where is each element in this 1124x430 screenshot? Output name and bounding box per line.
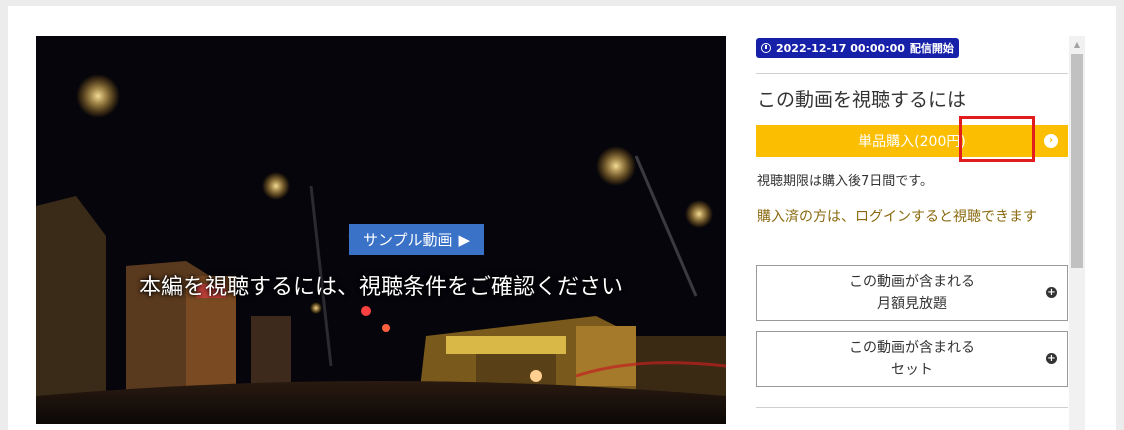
set-option-button[interactable]: この動画が含まれる セット + bbox=[756, 331, 1068, 387]
scroll-up-icon[interactable]: ▲ bbox=[1069, 36, 1085, 52]
single-purchase-label: 単品購入(200円) bbox=[858, 134, 966, 150]
release-date-suffix: 配信開始 bbox=[909, 42, 954, 55]
set-option-line2: セット bbox=[891, 362, 933, 378]
release-date: 2022-12-17 00:00:00 bbox=[776, 41, 905, 55]
viewing-period-note: 視聴期限は購入後7日間です。 bbox=[757, 174, 933, 189]
plus-circle-icon: + bbox=[1046, 352, 1057, 364]
single-purchase-button[interactable]: 単品購入(200円) › bbox=[756, 125, 1068, 157]
clock-icon bbox=[761, 43, 771, 53]
subscription-option-line1: この動画が含まれる bbox=[849, 274, 975, 290]
sample-video-label: サンプル動画 bbox=[362, 231, 453, 249]
subscription-option-button[interactable]: この動画が含まれる 月額見放題 + bbox=[756, 265, 1068, 321]
divider-top bbox=[756, 73, 1068, 74]
scrollbar-thumb[interactable] bbox=[1071, 54, 1083, 268]
sidebar-scrollbar[interactable]: ▲ bbox=[1069, 36, 1085, 430]
video-caption: 本編を視聴するには、視聴条件をご確認ください bbox=[138, 275, 623, 300]
video-player[interactable]: サンプル動画 ▶ 本編を視聴するには、視聴条件をご確認ください bbox=[36, 36, 726, 424]
divider-bottom bbox=[756, 407, 1068, 408]
subscription-option-line2: 月額見放題 bbox=[877, 296, 947, 312]
play-icon: ▶ bbox=[458, 230, 471, 249]
plus-circle-icon: + bbox=[1046, 286, 1057, 298]
set-option-line1: この動画が含まれる bbox=[849, 340, 975, 356]
login-note: 購入済の方は、ログインすると視聴できます bbox=[757, 209, 1037, 225]
purchase-heading: この動画を視聴するには bbox=[757, 89, 967, 111]
sample-video-button[interactable]: サンプル動画 ▶ bbox=[349, 224, 484, 255]
release-date-badge: 2022-12-17 00:00:00 配信開始 bbox=[756, 38, 959, 58]
arrow-right-circle-icon: › bbox=[1044, 134, 1058, 148]
